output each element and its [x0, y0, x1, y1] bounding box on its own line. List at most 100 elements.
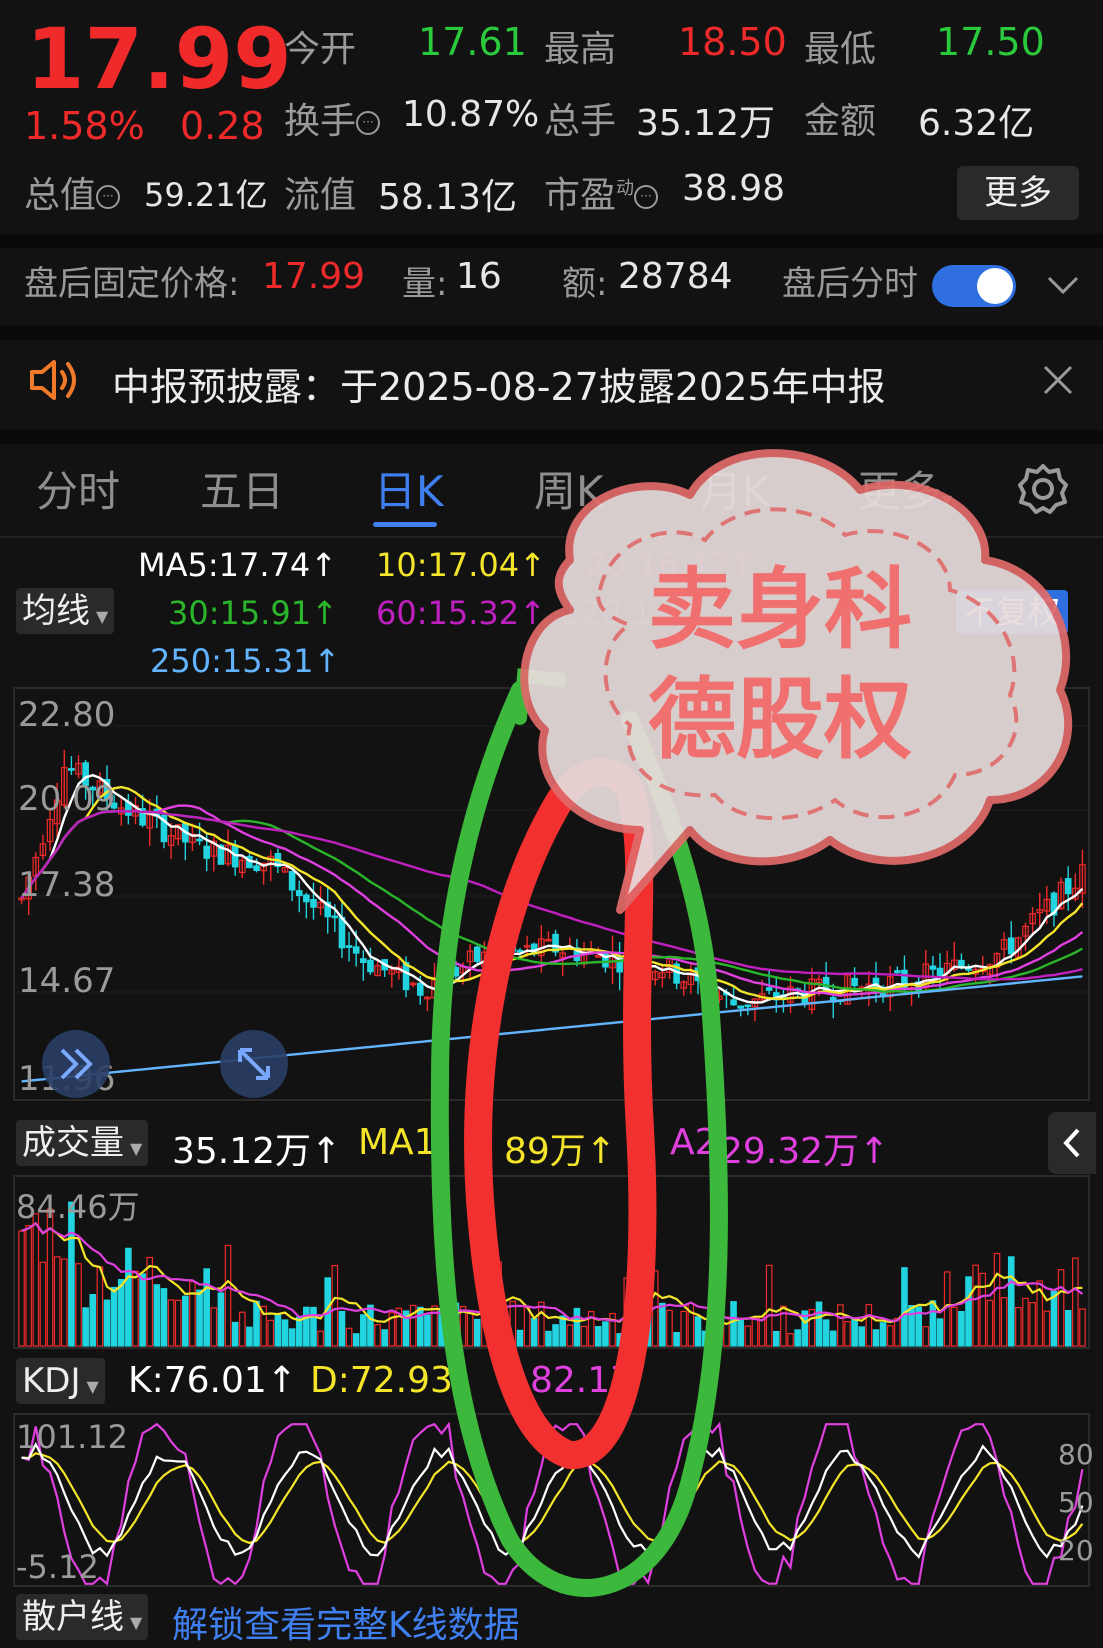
gear-icon[interactable] [1016, 462, 1070, 516]
market-cap-label[interactable]: 总值 ··· [24, 166, 121, 218]
candle-body [958, 959, 965, 968]
candle-body [929, 965, 937, 970]
tab-daily-k[interactable]: 日K [374, 458, 444, 519]
volume-bar [374, 1324, 381, 1347]
unlock-kline-link[interactable]: 解锁查看完整K线数据 [172, 1596, 520, 1648]
volume-bar [993, 1252, 1001, 1347]
volume-bar [580, 1325, 588, 1347]
notice-text[interactable]: 中报预披露：于2025-08-27披露2025年中报 [112, 356, 886, 411]
after-hours-toggle[interactable] [932, 265, 1016, 307]
volume-bar [103, 1299, 111, 1347]
volume-bar [1015, 1306, 1022, 1347]
volume-bar [986, 1299, 994, 1347]
volume-current: 35.12万↑ [172, 1131, 342, 1172]
volume-bar [979, 1272, 987, 1347]
candle-body [331, 915, 339, 919]
info-icon[interactable]: ··· [96, 185, 121, 209]
volume-bar [189, 1281, 196, 1347]
volume-bar [1057, 1269, 1065, 1347]
volume-bar [238, 1311, 246, 1347]
expand-icon[interactable] [220, 1030, 288, 1098]
market-cap-value: 59.21亿 [144, 176, 268, 214]
volume-selector[interactable]: 成交量 ▼ [16, 1120, 149, 1166]
collapse-panel-button[interactable] [1048, 1112, 1096, 1174]
close-icon[interactable] [1042, 364, 1074, 396]
price-axis-label: 20.09 [18, 779, 115, 819]
high-label: 最高 [544, 29, 617, 70]
candle-body [1007, 937, 1015, 955]
retail-line-selector[interactable]: 散户线 ▼ [16, 1594, 149, 1640]
volume-bar [182, 1295, 189, 1347]
volume-bar [217, 1292, 225, 1347]
volume-bar [523, 1307, 531, 1347]
volume-bar [744, 1325, 752, 1347]
volume-bar [623, 1277, 631, 1347]
ma250-label: 250:15.31↑ [150, 642, 341, 680]
volume-ma1-label: MA1 [358, 1122, 437, 1163]
pe-value: 38.98 [682, 168, 786, 209]
volume-bar [602, 1321, 609, 1347]
info-icon[interactable]: ··· [634, 185, 659, 209]
volume-bar [886, 1325, 894, 1347]
volume-bar [958, 1310, 965, 1347]
candle-body [416, 982, 424, 996]
turnover-label[interactable]: 换手 ··· [284, 92, 381, 144]
chevron-down-icon[interactable] [1046, 274, 1080, 296]
volume-chart[interactable]: 84.46万 [0, 1174, 1103, 1350]
volume-bar [1029, 1302, 1036, 1347]
volume-bar [772, 1330, 780, 1347]
volume-bar [132, 1270, 139, 1347]
after-hours-qty-label: 量: [402, 264, 448, 304]
kdj-level-label: 50 [1058, 1486, 1094, 1519]
after-hours-amount-label: 额: [562, 264, 608, 304]
speaker-icon [30, 360, 76, 400]
volume-bar [851, 1318, 858, 1347]
candle-body [438, 980, 445, 986]
amount-value: 6.32亿 [918, 103, 1035, 144]
info-icon[interactable]: ··· [356, 111, 381, 135]
tab-weekly-k[interactable]: 周K [534, 458, 604, 519]
kdj-chart[interactable]: 101.12 -5.12 80 50 20 [0, 1412, 1103, 1588]
adjust-button[interactable]: 不复权 [956, 590, 1069, 634]
tab-more[interactable]: 更多▾ [858, 458, 952, 519]
caret-down-icon: ▾ [942, 487, 953, 511]
pe-dynamic-mark: 动 [616, 178, 635, 199]
tab-more-label: 更多 [858, 467, 943, 516]
more-button[interactable]: 更多 [957, 166, 1079, 220]
volume-bar [516, 1329, 524, 1347]
volume-bar [416, 1306, 424, 1347]
volume-bar [246, 1326, 253, 1347]
pe-label[interactable]: 市盈动 ··· [544, 166, 659, 218]
volume-bar [452, 1302, 460, 1347]
fast-forward-button[interactable] [42, 1030, 110, 1098]
candle-body [68, 768, 75, 771]
float-cap-value: 58.13亿 [378, 177, 518, 218]
divider [0, 326, 1103, 340]
volume-bar [82, 1307, 89, 1347]
kdj-axis-label: -5.12 [16, 1548, 99, 1586]
ma-lines [20, 773, 1084, 1083]
ma-selector[interactable]: 均线 ▼ [16, 588, 115, 634]
volume-bar [1043, 1310, 1051, 1347]
volume-bar [1064, 1310, 1072, 1347]
volume-bar [352, 1333, 360, 1347]
kdj-axis-label: 101.12 [16, 1418, 128, 1456]
chart-grid [14, 725, 1089, 993]
tab-intraday[interactable]: 分时 [36, 458, 120, 519]
candle-body [765, 987, 773, 991]
tab-five-day[interactable]: 五日 [200, 458, 284, 519]
tab-monthly-k[interactable]: 月K [700, 458, 770, 519]
volume-bar [502, 1332, 510, 1347]
volume-bar [609, 1312, 616, 1347]
volume-bar [32, 1213, 40, 1347]
volume-bar [594, 1326, 602, 1347]
volume-selector-label: 成交量 [22, 1123, 124, 1163]
turnover-value: 10.87% [402, 94, 540, 135]
candle-body [203, 845, 210, 859]
kdj-selector[interactable]: KDJ ▼ [16, 1358, 105, 1404]
volume-bar [1022, 1297, 1029, 1347]
volume-label: 总手 [544, 101, 617, 142]
volume-bar [716, 1327, 723, 1347]
volume-bar [53, 1256, 61, 1347]
candlestick-chart[interactable]: 22.80 20.09 17.38 14.67 11.96 [0, 686, 1103, 1106]
